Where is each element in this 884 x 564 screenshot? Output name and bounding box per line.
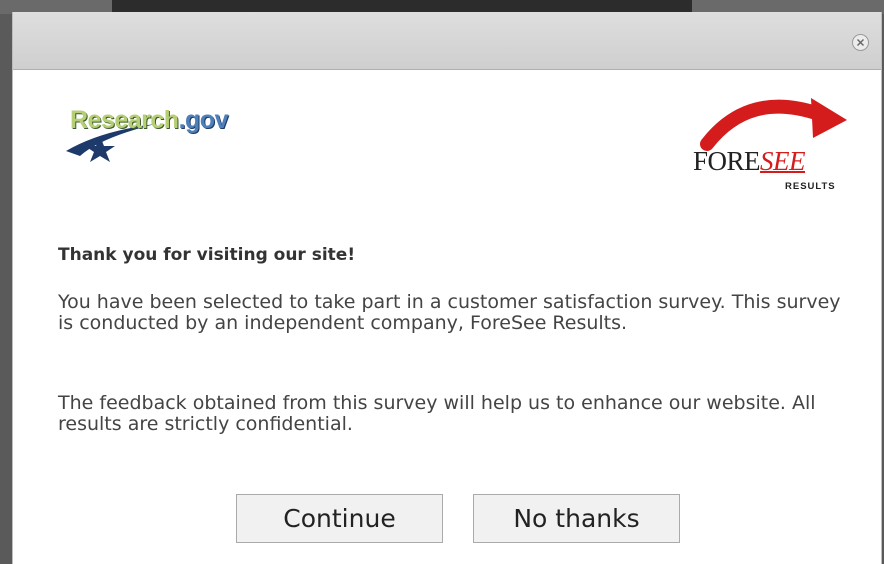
close-icon xyxy=(857,39,864,46)
continue-button[interactable]: Continue xyxy=(236,494,443,543)
foresee-results-label: RESULTS xyxy=(785,181,836,192)
foresee-arrow-icon xyxy=(700,98,847,151)
foresee-logo: FORESEE RESULTS xyxy=(689,92,859,202)
dialog-titlebar xyxy=(13,12,881,70)
survey-confidential-text: The feedback obtained from this survey w… xyxy=(58,392,816,435)
foresee-wordmark: FORESEE xyxy=(693,146,806,177)
close-button[interactable] xyxy=(852,34,869,51)
research-wordmark-left: Research xyxy=(70,106,179,134)
research-gov-logo: Research.gov xyxy=(60,96,300,166)
research-wordmark-gov: .gov xyxy=(178,106,229,134)
dialog-heading: Thank you for visiting our site! xyxy=(58,245,356,265)
no-thanks-button[interactable]: No thanks xyxy=(473,494,680,543)
foresee-wordmark-fore: FORE xyxy=(693,146,761,176)
survey-dialog: Research.gov FORESEE RESULTS Thank you f… xyxy=(12,12,882,564)
survey-intro-text: You have been selected to take part in a… xyxy=(58,291,841,334)
foresee-wordmark-see: SEE xyxy=(760,146,806,176)
research-gov-wordmark: Research.gov xyxy=(70,106,228,135)
